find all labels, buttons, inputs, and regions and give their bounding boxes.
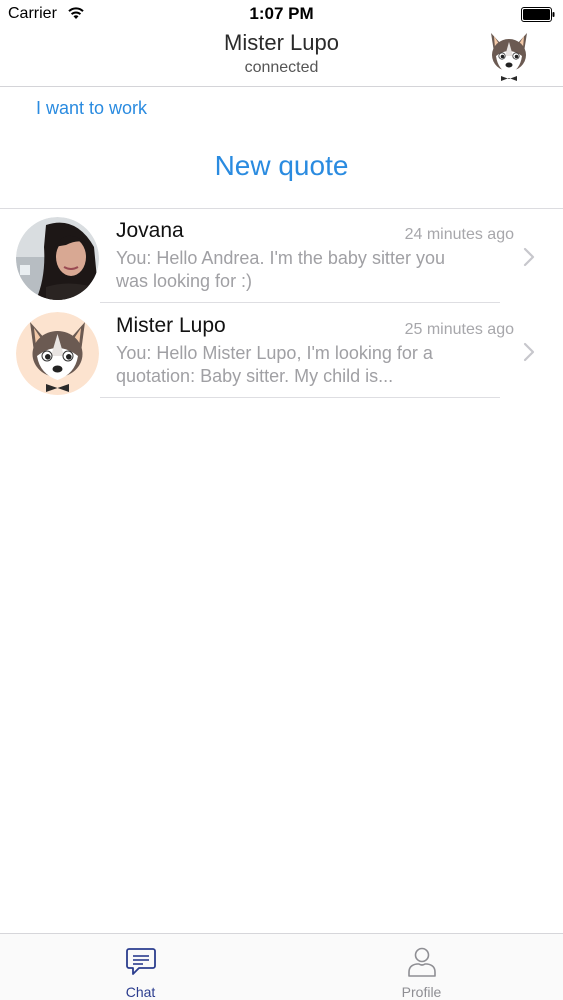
tab-bar: Chat Profile [0,933,563,1000]
chat-bubble-icon [125,948,156,975]
wolf-avatar-icon [16,312,99,395]
conversation-name: Mister Lupo [116,314,226,337]
conversation-name: Jovana [116,219,184,242]
want-to-work-link[interactable]: I want to work [36,98,147,119]
nav-title: Mister Lupo [224,30,339,55]
status-clock: 1:07 PM [249,4,314,23]
nav-bar: Mister Lupo connected [0,30,563,87]
person-icon [407,947,436,977]
conversation-time: 25 minutes ago [404,321,514,338]
wolf-avatar-icon[interactable] [486,30,532,82]
tab-chat[interactable]: Chat [0,934,281,1000]
chevron-right-icon [523,342,535,362]
tab-profile[interactable]: Profile [281,934,562,1000]
tab-chat-label: Chat [125,984,156,1000]
conversation-row-jovana[interactable]: Jovana 24 minutes ago You: Hello Andrea.… [0,209,563,303]
row-divider [100,302,500,303]
status-bar: Carrier 1:07 PM [0,0,563,30]
conversation-preview: You: Hello Andrea. I'm the baby sitter y… [116,248,445,291]
tab-profile-label: Profile [401,984,442,1000]
battery-icon [521,7,555,22]
conversation-preview: You: Hello Mister Lupo, I'm looking for … [116,343,433,386]
conversation-time: 24 minutes ago [404,226,514,243]
new-quote-button[interactable]: New quote [0,150,563,182]
conversation-row-mister-lupo[interactable]: Mister Lupo 25 minutes ago You: Hello Mi… [0,304,563,398]
row-divider [100,397,500,398]
nav-subtitle: connected [244,59,319,76]
photo-avatar [16,217,99,300]
chevron-right-icon [523,247,535,267]
